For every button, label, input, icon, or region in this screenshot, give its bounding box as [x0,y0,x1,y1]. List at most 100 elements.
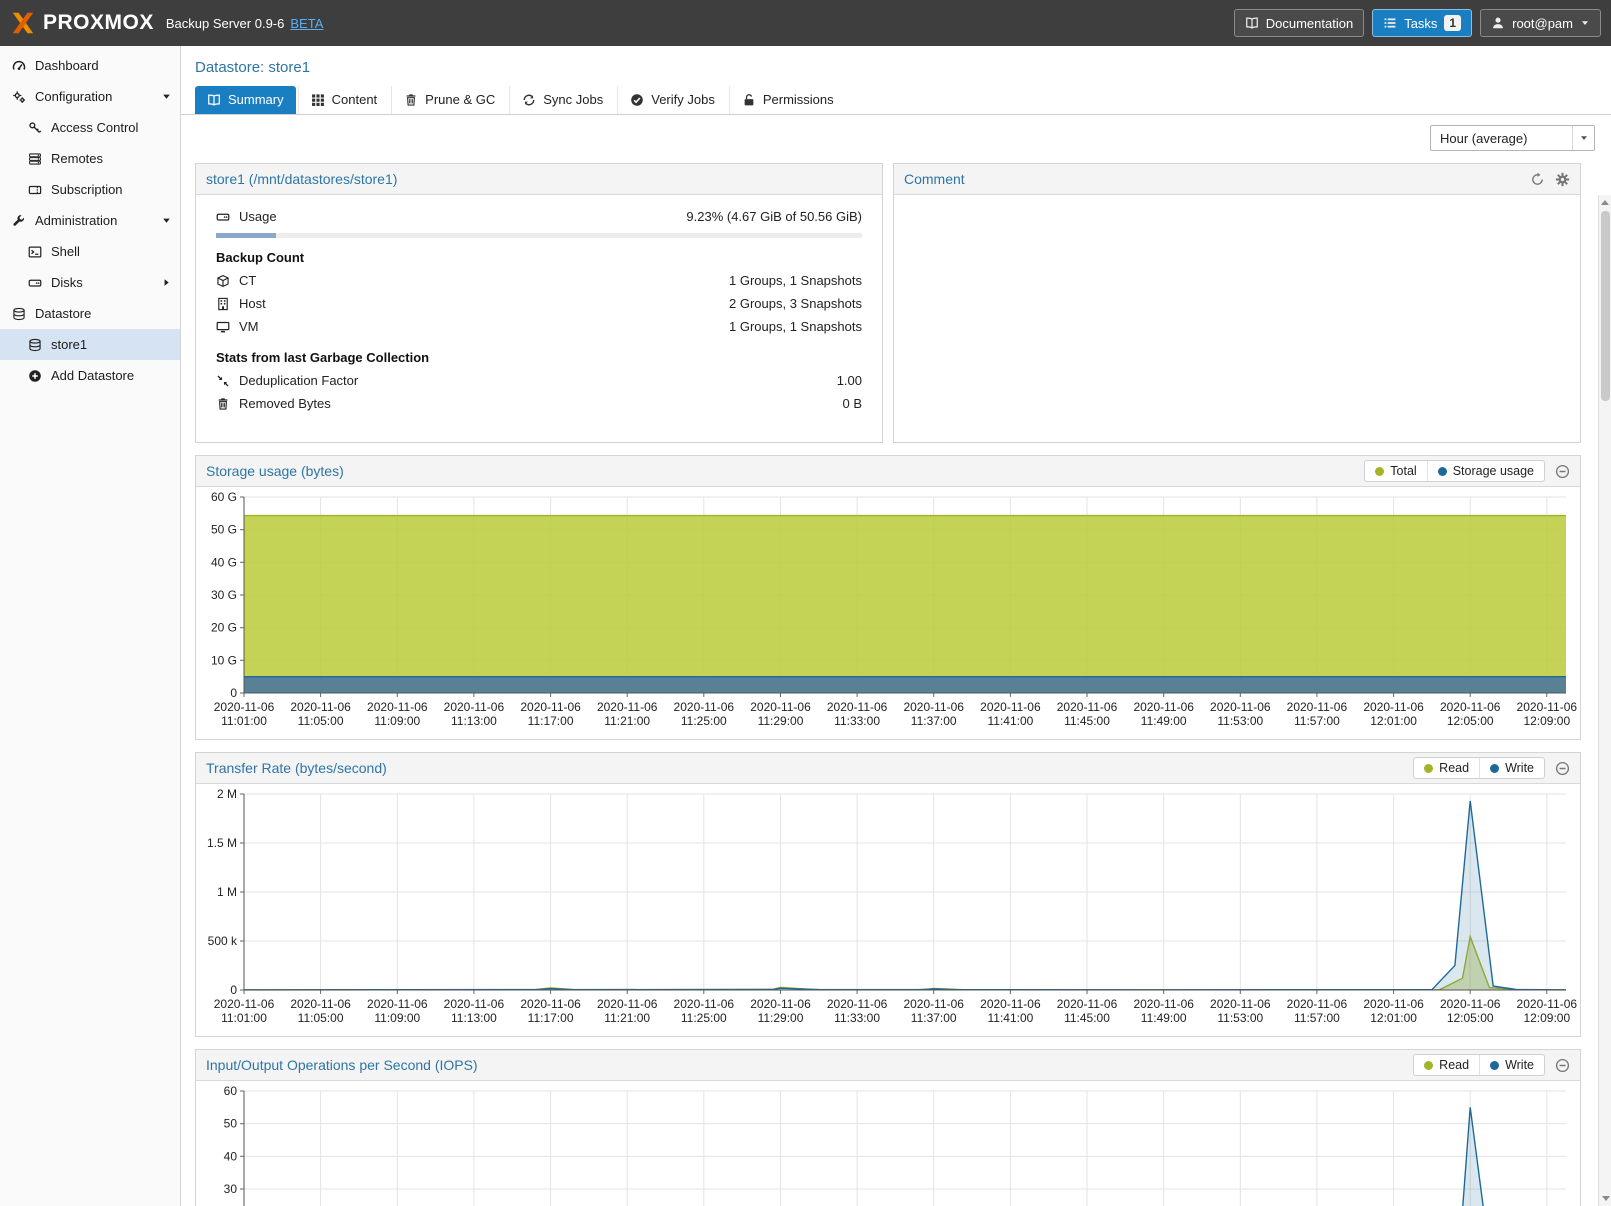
sidebar-item-label: Shell [51,244,80,259]
svg-text:10 G: 10 G [211,653,237,667]
svg-text:11:49:00: 11:49:00 [1141,714,1187,728]
sidebar-item-label: Configuration [35,89,112,104]
svg-text:2020-11-06: 2020-11-06 [367,997,428,1011]
building-icon [216,297,230,311]
svg-text:11:17:00: 11:17:00 [528,714,574,728]
legend-item-storage-usage[interactable]: Storage usage [1427,461,1544,481]
page-title: Datastore: store1 [195,59,310,76]
svg-text:2020-11-06: 2020-11-06 [214,997,275,1011]
key-icon [28,121,42,135]
chevron-down-icon [1579,133,1589,143]
svg-text:11:41:00: 11:41:00 [987,1011,1033,1025]
svg-text:11:29:00: 11:29:00 [758,714,804,728]
svg-text:2020-11-06: 2020-11-06 [1210,997,1271,1011]
app-root: PROXMOX Backup Server 0.9-6 BETA Documen… [0,0,1611,1206]
topbar: PROXMOX Backup Server 0.9-6 BETA Documen… [0,0,1611,46]
documentation-button[interactable]: Documentation [1234,9,1364,37]
user-label: root@pam [1512,16,1573,31]
usage-row: Usage 9.23% (4.67 GiB of 50.56 GiB) [216,205,862,228]
svg-text:2020-11-06: 2020-11-06 [827,700,888,714]
svg-text:11:49:00: 11:49:00 [1141,1011,1187,1025]
transfer-rate-panel: Transfer Rate (bytes/second) Read Write [195,752,1581,1037]
svg-text:11:09:00: 11:09:00 [374,714,420,728]
terminal-icon [28,245,42,259]
storage-usage-chart: 010 G20 G30 G40 G50 G60 G2020-11-0611:01… [196,487,1580,739]
sidebar-item-subscription[interactable]: Subscription [0,174,180,205]
gears-icon [12,90,26,104]
hard-disk-icon [216,210,230,224]
svg-text:1.5 M: 1.5 M [207,836,237,850]
sidebar-item-administration[interactable]: Administration [0,205,180,236]
svg-text:12:05:00: 12:05:00 [1447,1011,1494,1025]
legend-item-read[interactable]: Read [1414,1055,1479,1075]
sidebar-item-access-control[interactable]: Access Control [0,112,180,143]
sidebar-item-configuration[interactable]: Configuration [0,81,180,112]
sidebar-item-remotes[interactable]: Remotes [0,143,180,174]
tab-permissions[interactable]: Permissions [729,86,846,114]
svg-text:11:01:00: 11:01:00 [221,714,267,728]
sidebar-item-store1[interactable]: store1 [0,329,180,360]
svg-text:2020-11-06: 2020-11-06 [750,700,811,714]
legend-item-write[interactable]: Write [1479,1055,1544,1075]
svg-text:20 G: 20 G [211,621,237,635]
minus-circle-icon[interactable] [1555,1058,1570,1073]
legend-item-write[interactable]: Write [1479,758,1544,778]
scroll-up-arrow[interactable] [1599,195,1611,209]
svg-text:60: 60 [224,1084,238,1098]
time-range-select[interactable]: Hour (average) [1430,125,1595,151]
user-menu-button[interactable]: root@pam [1480,9,1601,37]
tab-content[interactable]: Content [298,86,390,114]
beta-link[interactable]: BETA [290,16,323,31]
svg-text:2020-11-06: 2020-11-06 [980,700,1041,714]
svg-text:11:09:00: 11:09:00 [374,1011,420,1025]
tasks-count-badge: 1 [1444,15,1461,31]
select-trigger[interactable] [1572,126,1594,150]
chevron-down-icon [1580,18,1590,28]
legend-item-total[interactable]: Total [1365,461,1426,481]
tab-summary[interactable]: Summary [195,86,296,114]
svg-text:11:37:00: 11:37:00 [911,1011,957,1025]
user-icon [1491,16,1505,30]
task-list-icon [1383,16,1397,30]
svg-text:2020-11-06: 2020-11-06 [290,997,351,1011]
monitor-icon [216,320,230,334]
svg-text:11:53:00: 11:53:00 [1217,1011,1263,1025]
tasks-button[interactable]: Tasks 1 [1372,9,1472,37]
svg-text:2020-11-06: 2020-11-06 [1287,997,1348,1011]
sync-arrows-icon [522,93,536,107]
sidebar: Dashboard Configuration Access Control R… [0,46,181,1206]
svg-text:12:09:00: 12:09:00 [1523,1011,1570,1025]
sidebar-item-shell[interactable]: Shell [0,236,180,267]
svg-text:50 G: 50 G [211,523,237,537]
svg-text:2020-11-06: 2020-11-06 [597,997,658,1011]
svg-text:2020-11-06: 2020-11-06 [980,997,1041,1011]
time-range-value: Hour (average) [1431,131,1572,146]
sidebar-item-dashboard[interactable]: Dashboard [0,50,180,81]
sidebar-item-disks[interactable]: Disks [0,267,180,298]
svg-text:2020-11-06: 2020-11-06 [903,997,964,1011]
svg-text:2020-11-06: 2020-11-06 [520,997,581,1011]
tab-verify-jobs[interactable]: Verify Jobs [617,86,727,114]
tab-prune-gc[interactable]: Prune & GC [391,86,507,114]
chart-legend: Read Write [1413,1054,1545,1076]
svg-text:2020-11-06: 2020-11-06 [1517,700,1578,714]
grid-icon [311,93,325,107]
svg-text:2020-11-06: 2020-11-06 [367,700,428,714]
gauge-icon [12,59,26,73]
sidebar-item-datastore[interactable]: Datastore [0,298,180,329]
scrollbar-thumb[interactable] [1601,211,1610,401]
sidebar-item-add-datastore[interactable]: Add Datastore [0,360,180,391]
svg-text:12:01:00: 12:01:00 [1370,714,1417,728]
chart-title: Input/Output Operations per Second (IOPS… [206,1057,478,1073]
circular-arrow-icon[interactable] [1530,172,1545,187]
scroll-down-arrow[interactable] [1602,1196,1610,1201]
gear-icon[interactable] [1555,172,1570,187]
tab-sync-jobs[interactable]: Sync Jobs [509,86,615,114]
legend-item-read[interactable]: Read [1414,758,1479,778]
panel-title: store1 (/mnt/datastores/store1) [206,171,397,187]
minus-circle-icon[interactable] [1555,761,1570,776]
svg-text:2020-11-06: 2020-11-06 [1287,700,1348,714]
vertical-scrollbar[interactable] [1598,195,1611,1206]
minus-circle-icon[interactable] [1555,464,1570,479]
svg-text:2020-11-06: 2020-11-06 [1363,700,1424,714]
